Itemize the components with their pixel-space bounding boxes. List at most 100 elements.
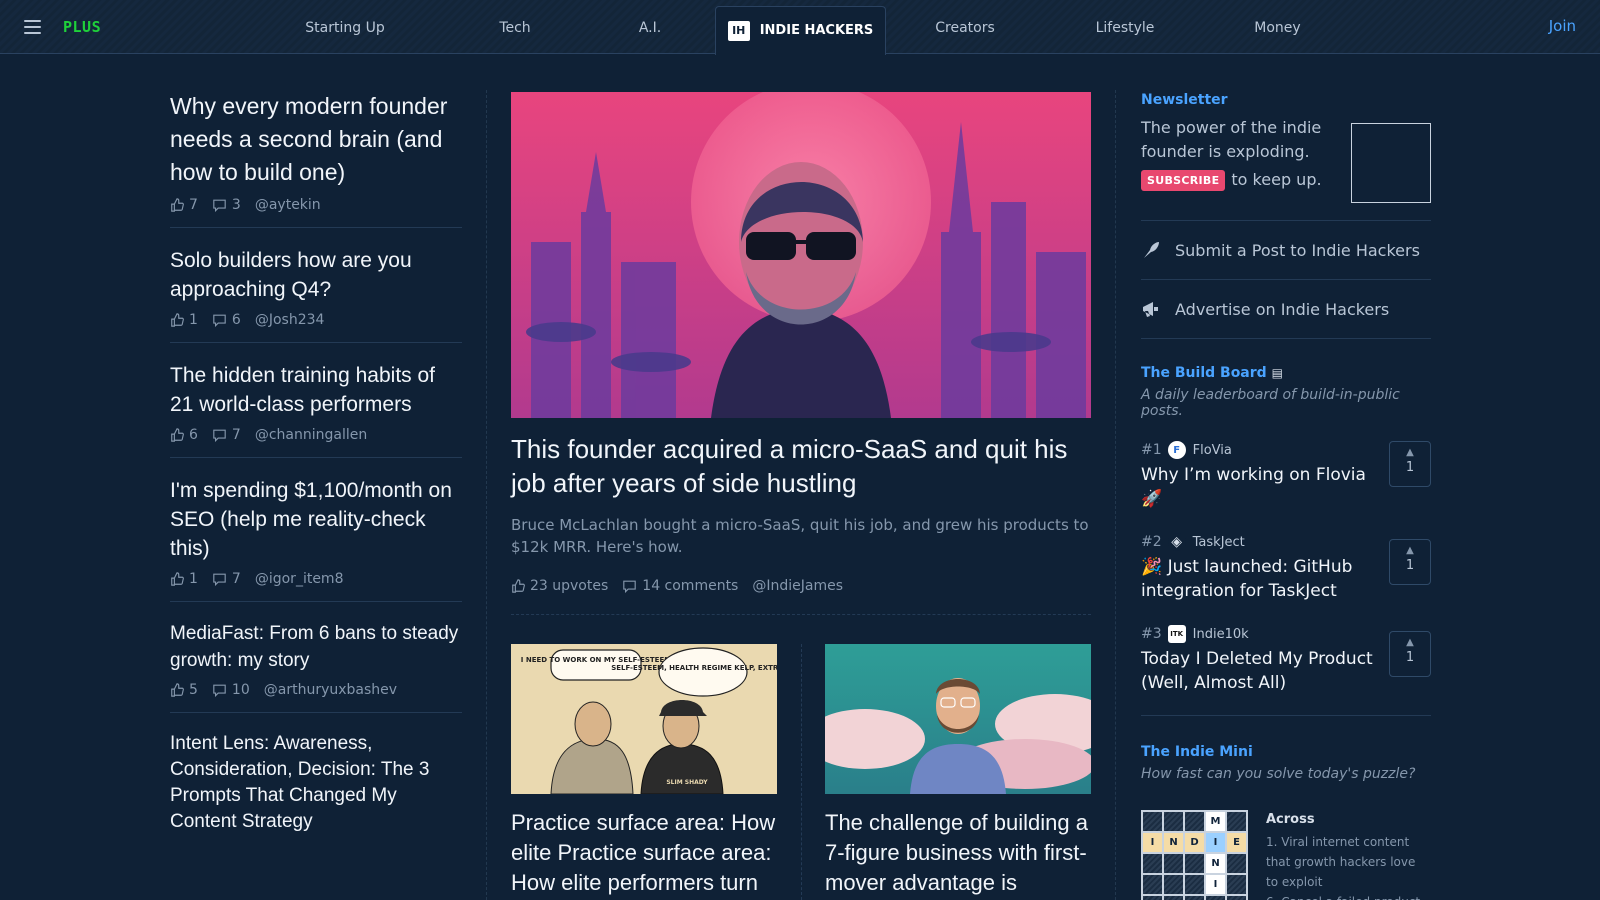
shirt-text: SLIM SHADY — [666, 779, 708, 786]
upvote-button[interactable]: 6 — [170, 427, 198, 443]
post-card-image[interactable] — [825, 644, 1091, 794]
author-link[interactable]: @aytekin — [255, 197, 321, 213]
crossword-cell[interactable] — [1142, 895, 1163, 900]
thumbs-up-icon — [171, 428, 184, 442]
vote-count: 1 — [1405, 558, 1415, 573]
tab-money[interactable]: Money — [1235, 0, 1320, 54]
crossword-cell[interactable] — [1142, 811, 1163, 832]
build-board-link[interactable]: The Build Board ▤ — [1141, 365, 1431, 381]
crossword-cell[interactable] — [1226, 895, 1247, 900]
crossword-puzzle: M I N D I E N I Across 1. Viral internet… — [1141, 810, 1431, 900]
crossword-cell[interactable]: M — [1205, 811, 1226, 832]
comments-link[interactable]: 7 — [212, 571, 241, 587]
post-title-link[interactable]: Intent Lens: Awareness, Consideration, D… — [170, 731, 462, 835]
leaderboard-post-title[interactable]: Why I’m working on Flovia 🚀 — [1141, 463, 1376, 511]
upvote-button[interactable]: ▲ 1 — [1389, 631, 1431, 677]
upvote-button[interactable]: ▲ 1 — [1389, 539, 1431, 585]
comments-link[interactable]: 6 — [212, 312, 241, 328]
crossword-cell[interactable] — [1142, 874, 1163, 895]
feather-icon — [1144, 242, 1159, 258]
post-card-title[interactable]: Practice surface area: How elite Practic… — [511, 808, 777, 898]
tab-tech[interactable]: Tech — [470, 0, 560, 54]
crossword-cell[interactable] — [1163, 874, 1184, 895]
featured-post-title[interactable]: This founder acquired a micro-SaaS and q… — [511, 432, 1091, 500]
leaderboard-entry: #2 ◈ TaskJect 🎉 Just launched: GitHub in… — [1141, 533, 1431, 603]
crossword-cell[interactable]: E — [1226, 832, 1247, 853]
latest-posts-list: Why every modern founder needs a second … — [170, 90, 462, 867]
clue-item[interactable]: 6. Cancel a failed product — [1266, 892, 1431, 900]
author-link[interactable]: @IndieJames — [752, 578, 843, 594]
upvote-button[interactable]: 5 — [170, 682, 198, 698]
comment-count: 10 — [231, 682, 250, 698]
crossword-cell[interactable]: I — [1205, 832, 1226, 853]
tab-ai[interactable]: A.I. — [610, 0, 690, 54]
list-item: Solo builders how are you approaching Q4… — [170, 246, 462, 343]
plus-logo[interactable]: PLUS — [63, 18, 101, 36]
post-card-image[interactable]: I NEED TO WORK ON MY SELF-ESTEEM SELF-ES… — [511, 644, 777, 794]
crossword-cell[interactable]: N — [1205, 853, 1226, 874]
join-link[interactable]: Join — [1549, 17, 1576, 35]
post-meta: 1 6 @Josh234 — [170, 312, 462, 328]
comment-count: 3 — [231, 197, 241, 213]
upvote-count: 23 upvotes — [530, 578, 609, 594]
post-title-link[interactable]: I'm spending $1,100/month on SEO (help m… — [170, 476, 462, 563]
upvote-button[interactable]: ▲ 1 — [1389, 441, 1431, 487]
post-title-link[interactable]: Solo builders how are you approaching Q4… — [170, 246, 462, 304]
crossword-cell[interactable] — [1226, 874, 1247, 895]
crossword-cell[interactable] — [1226, 853, 1247, 874]
bubble-left-text: I NEED TO WORK ON MY SELF-ESTEEM — [521, 656, 671, 664]
menu-icon[interactable] — [24, 20, 41, 34]
crossword-cell[interactable]: D — [1184, 832, 1205, 853]
vote-count: 1 — [1405, 460, 1415, 475]
comment-icon — [213, 199, 226, 212]
author-link[interactable]: @Josh234 — [255, 312, 325, 328]
crossword-cell[interactable] — [1142, 853, 1163, 874]
crossword-cell[interactable] — [1184, 895, 1205, 900]
tab-indie-hackers[interactable]: IH INDIE HACKERS — [715, 6, 886, 55]
post-title-link[interactable]: The hidden training habits of 21 world-c… — [170, 361, 462, 419]
comments-link[interactable]: 7 — [212, 427, 241, 443]
product-name[interactable]: TaskJect — [1193, 535, 1245, 550]
crossword-cell[interactable] — [1205, 895, 1226, 900]
rank-label: #1 — [1141, 442, 1162, 458]
crossword-cell[interactable] — [1163, 895, 1184, 900]
product-name[interactable]: Indie10k — [1193, 627, 1249, 642]
post-title-link[interactable]: Why every modern founder needs a second … — [170, 90, 462, 189]
featured-post-image[interactable] — [511, 92, 1091, 418]
upvote-button[interactable]: 7 — [170, 197, 198, 213]
indie-mini-link[interactable]: The Indie Mini — [1141, 744, 1431, 760]
upvote-button[interactable]: 1 — [170, 571, 198, 587]
comments-link[interactable]: 14 comments — [622, 578, 738, 594]
featured-post-description: Bruce McLachlan bought a micro-SaaS, qui… — [511, 516, 1089, 556]
advertise-link[interactable]: Advertise on Indie Hackers — [1141, 280, 1431, 338]
author-link[interactable]: @channingallen — [255, 427, 367, 443]
crossword-cell[interactable] — [1163, 853, 1184, 874]
crossword-cell[interactable]: N — [1163, 832, 1184, 853]
newsletter-link[interactable]: Newsletter — [1141, 92, 1431, 108]
product-name[interactable]: FloVia — [1193, 443, 1232, 458]
crossword-cell[interactable] — [1226, 811, 1247, 832]
upvote-button[interactable]: 23 upvotes — [511, 578, 608, 594]
comments-link[interactable]: 3 — [212, 197, 241, 213]
clue-item[interactable]: 1. Viral internet content that growth ha… — [1266, 832, 1431, 892]
tab-lifestyle[interactable]: Lifestyle — [1075, 0, 1175, 54]
tab-starting-up[interactable]: Starting Up — [290, 0, 400, 54]
leaderboard-post-title[interactable]: Today I Deleted My Product (Well, Almost… — [1141, 647, 1376, 695]
leaderboard-post-title[interactable]: 🎉 Just launched: GitHub integration for … — [1141, 555, 1376, 603]
divider — [511, 614, 1091, 615]
crossword-cell[interactable] — [1163, 811, 1184, 832]
subscribe-button[interactable]: SUBSCRIBE — [1141, 170, 1226, 191]
comments-link[interactable]: 10 — [212, 682, 250, 698]
crossword-cell[interactable]: I — [1142, 832, 1163, 853]
upvote-button[interactable]: 1 — [170, 312, 198, 328]
author-link[interactable]: @arthuryuxbashev — [264, 682, 397, 698]
post-card-title[interactable]: The challenge of building a 7-figure bus… — [825, 808, 1091, 898]
author-link[interactable]: @igor_item8 — [255, 571, 344, 587]
crossword-cell[interactable] — [1184, 811, 1205, 832]
post-title-link[interactable]: MediaFast: From 6 bans to steady growth:… — [170, 620, 462, 674]
submit-post-link[interactable]: Submit a Post to Indie Hackers — [1141, 221, 1431, 279]
crossword-cell[interactable] — [1184, 874, 1205, 895]
crossword-cell[interactable]: I — [1205, 874, 1226, 895]
tab-creators[interactable]: Creators — [920, 0, 1010, 54]
crossword-cell[interactable] — [1184, 853, 1205, 874]
